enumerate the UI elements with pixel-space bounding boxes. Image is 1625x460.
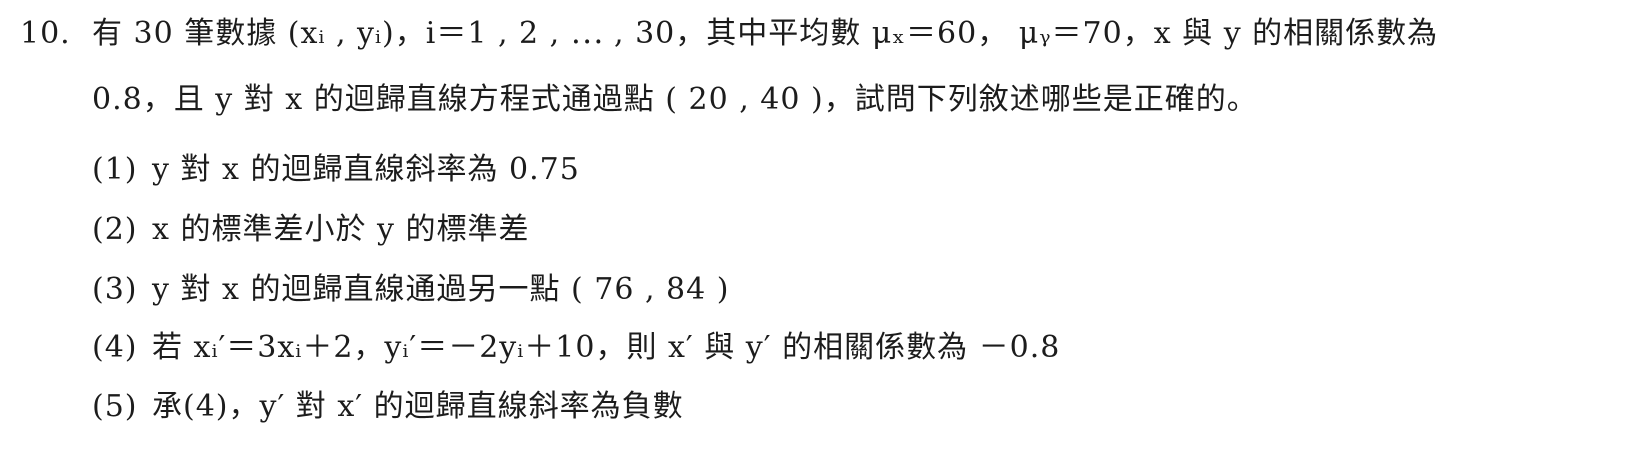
question-stem-text-1: 有 30 筆數據 (xᵢ , yᵢ)，i＝1 , 2 , ⋯ , 30，其中平均… xyxy=(92,16,1439,51)
option-label: (3) xyxy=(92,272,138,307)
option-label: (4) xyxy=(92,330,138,365)
option-label: (2) xyxy=(92,212,138,247)
question-stem-text-2: 0.8，且 y 對 x 的迴歸直線方程式通過點 ( 20 , 40 )，試問下列… xyxy=(92,82,1258,117)
question-number: 10. xyxy=(20,16,71,51)
exam-question: 10. 有 30 筆數據 (xᵢ , yᵢ)，i＝1 , 2 , ⋯ , 30，… xyxy=(0,0,1625,460)
option-text: 若 xᵢ′＝3xᵢ＋2，yᵢ′＝－2yᵢ＋10，則 x′ 與 y′ 的相關係數為… xyxy=(152,330,1061,365)
option-text: x 的標準差小於 y 的標準差 xyxy=(152,212,530,247)
option-text: 承(4)，y′ 對 x′ 的迴歸直線斜率為負數 xyxy=(152,389,684,424)
option-text: y 對 x 的迴歸直線斜率為 0.75 xyxy=(152,152,580,187)
option-label: (1) xyxy=(92,152,138,187)
option-text: y 對 x 的迴歸直線通過另一點 ( 76 , 84 ) xyxy=(152,272,730,307)
option-label: (5) xyxy=(92,389,138,424)
